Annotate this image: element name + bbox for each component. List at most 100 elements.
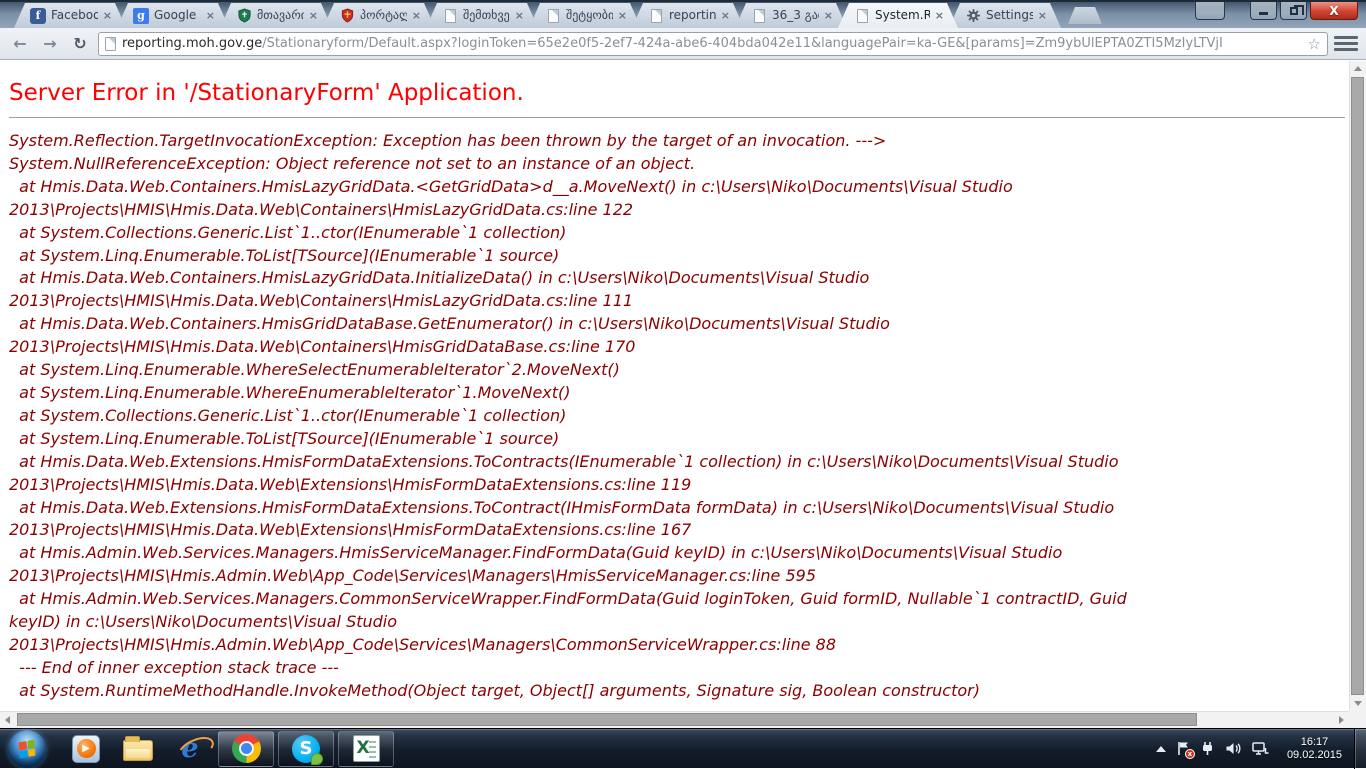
url-text: reporting.moh.gov.ge/Stationaryform/Defa… bbox=[122, 33, 1302, 55]
tab-portali[interactable]: პორტალი × bbox=[323, 3, 435, 28]
facebook-icon: f bbox=[30, 8, 46, 24]
stack-trace-line: 2013\Projects\HMIS\Hmis.Data.Web\Contain… bbox=[9, 336, 1349, 359]
stack-trace: System.Reflection.TargetInvocationExcept… bbox=[9, 130, 1349, 703]
stack-trace-line: at Hmis.Data.Web.Extensions.HmisFormData… bbox=[9, 451, 1349, 474]
address-bar[interactable]: reporting.moh.gov.ge/Stationaryform/Defa… bbox=[98, 32, 1328, 56]
leaf-badge-icon bbox=[311, 753, 323, 765]
stack-trace-line: 2013\Projects\HMIS\Hmis.Data.Web\Contain… bbox=[9, 290, 1349, 313]
horizontal-scroll-thumb[interactable] bbox=[17, 713, 1197, 726]
stack-trace-line: 2013\Projects\HMIS\Hmis.Admin.Web\App_Co… bbox=[9, 565, 1349, 588]
tab-close-icon[interactable]: × bbox=[824, 10, 833, 21]
blank-page-icon bbox=[545, 8, 561, 24]
chrome-menu-button[interactable] bbox=[1334, 34, 1358, 54]
blank-page-icon bbox=[648, 8, 664, 24]
tab-close-icon[interactable]: × bbox=[103, 10, 112, 21]
taskbar-item-skype[interactable]: S bbox=[278, 731, 334, 767]
tab-title: reporting.m bbox=[669, 3, 716, 28]
url-domain: reporting.moh.gov.ge bbox=[122, 36, 262, 51]
tab-title: System.Refl bbox=[875, 3, 930, 28]
stack-trace-line: at System.Linq.Enumerable.WhereEnumerabl… bbox=[9, 382, 1349, 405]
tab-close-icon[interactable]: × bbox=[618, 10, 627, 21]
stack-trace-line: at System.Collections.Generic.List`1..ct… bbox=[9, 405, 1349, 428]
blank-page-icon bbox=[751, 8, 767, 24]
tab-reporting[interactable]: reporting.m × bbox=[632, 3, 744, 28]
taskbar-item-file-explorer[interactable] bbox=[112, 730, 164, 768]
error-badge: x bbox=[1185, 749, 1195, 759]
tab-shetkobin[interactable]: შეტყობინ × bbox=[529, 3, 641, 28]
taskbar-item-media-player[interactable]: ▶ bbox=[60, 730, 112, 768]
skype-icon: S bbox=[292, 735, 320, 763]
taskbar-item-internet-explorer[interactable]: e bbox=[164, 730, 216, 768]
vertical-scroll-thumb[interactable] bbox=[1351, 77, 1364, 695]
blank-page-icon bbox=[442, 8, 458, 24]
tab-facebook[interactable]: f Facebook × bbox=[14, 3, 126, 28]
stack-trace-line: at Hmis.Data.Web.Containers.HmisGridData… bbox=[9, 313, 1349, 336]
volume-icon[interactable] bbox=[1225, 741, 1242, 756]
scroll-left-arrow[interactable] bbox=[0, 712, 15, 728]
tab-title: პორტალი bbox=[360, 3, 407, 28]
stack-trace-line: 2013\Projects\HMIS\Hmis.Data.Web\Extensi… bbox=[9, 474, 1349, 497]
heading-divider bbox=[9, 117, 1345, 118]
internet-explorer-icon: e bbox=[181, 735, 198, 763]
tab-settings[interactable]: Settings × bbox=[949, 3, 1061, 28]
new-tab-button[interactable] bbox=[1068, 7, 1102, 24]
blank-page-icon bbox=[854, 8, 870, 24]
tab-close-icon[interactable]: × bbox=[309, 10, 318, 21]
tab-close-icon[interactable]: × bbox=[515, 10, 524, 21]
tab-shemtkhvevi[interactable]: შემთხვევი × bbox=[426, 3, 538, 28]
minimize-icon bbox=[1259, 12, 1268, 15]
tab-close-icon[interactable]: × bbox=[206, 10, 215, 21]
page-icon bbox=[105, 37, 116, 51]
reload-button[interactable]: ↻ bbox=[68, 32, 92, 56]
gear-icon bbox=[965, 8, 981, 24]
power-plug-icon[interactable] bbox=[1200, 741, 1215, 756]
forward-button[interactable]: → bbox=[38, 32, 62, 56]
start-button[interactable] bbox=[8, 730, 46, 768]
action-center-flag-icon[interactable]: x bbox=[1176, 741, 1190, 756]
excel-icon: X bbox=[353, 735, 380, 762]
tab-title: Facebook bbox=[51, 3, 98, 28]
tab-close-icon[interactable]: × bbox=[721, 10, 730, 21]
taskbar-item-excel[interactable]: X bbox=[338, 731, 394, 767]
browser-toolbar: ← → ↻ reporting.moh.gov.ge/Stationaryfor… bbox=[0, 28, 1366, 60]
tab-close-icon[interactable]: × bbox=[412, 10, 421, 21]
tab-close-icon[interactable]: × bbox=[935, 10, 944, 21]
tab-list: f Facebook × g Google × მთავარი × პორტალ… bbox=[14, 3, 1102, 28]
close-icon: X bbox=[1329, 5, 1338, 17]
tab-close-icon[interactable]: × bbox=[1038, 10, 1047, 21]
tab-mtavari[interactable]: მთავარი × bbox=[220, 3, 332, 28]
horizontal-scrollbar[interactable] bbox=[0, 711, 1349, 728]
scroll-right-arrow[interactable] bbox=[1334, 712, 1349, 728]
restore-icon bbox=[1290, 7, 1298, 15]
stack-trace-line: at Hmis.Admin.Web.Services.Managers.Comm… bbox=[9, 588, 1349, 611]
vertical-scrollbar[interactable] bbox=[1349, 61, 1366, 711]
stack-trace-line: keyID) in c:\Users\Niko\Documents\Visual… bbox=[9, 611, 1349, 634]
show-desktop-button[interactable] bbox=[1354, 729, 1366, 769]
tab-36-3[interactable]: 36_3 გადაუ × bbox=[735, 3, 847, 28]
tab-title: შემთხვევი bbox=[463, 3, 510, 28]
close-window-button[interactable]: X bbox=[1310, 2, 1358, 20]
scroll-up-arrow[interactable] bbox=[1350, 61, 1366, 76]
stack-trace-line: 2013\Projects\HMIS\Hmis.Data.Web\Extensi… bbox=[9, 519, 1349, 542]
profile-button[interactable] bbox=[1195, 2, 1225, 20]
tab-system-reflection-active[interactable]: System.Refl × bbox=[838, 3, 958, 28]
stack-trace-line: at Hmis.Data.Web.Extensions.HmisFormData… bbox=[9, 497, 1349, 520]
taskbar-item-chrome-active[interactable] bbox=[218, 731, 274, 767]
network-icon[interactable] bbox=[1252, 741, 1269, 756]
taskbar-clock[interactable]: 16:17 09.02.2015 bbox=[1287, 736, 1342, 762]
georgia-emblem-icon bbox=[339, 8, 355, 24]
restore-button[interactable] bbox=[1280, 2, 1307, 20]
tab-title: 36_3 გადაუ bbox=[772, 3, 819, 28]
hamburger-icon bbox=[1334, 36, 1358, 39]
back-button[interactable]: ← bbox=[8, 32, 32, 56]
tab-title: Google bbox=[154, 3, 201, 28]
google-icon: g bbox=[133, 8, 149, 24]
folder-icon bbox=[123, 740, 153, 761]
scroll-down-arrow[interactable] bbox=[1350, 696, 1366, 711]
hidden-icons-arrow[interactable] bbox=[1156, 746, 1166, 752]
windows-logo-icon bbox=[19, 739, 36, 758]
clock-time: 16:17 bbox=[1287, 736, 1342, 749]
minimize-button[interactable] bbox=[1250, 2, 1277, 20]
bookmark-star-icon[interactable]: ☆ bbox=[1308, 33, 1321, 55]
tab-google[interactable]: g Google × bbox=[117, 3, 229, 28]
